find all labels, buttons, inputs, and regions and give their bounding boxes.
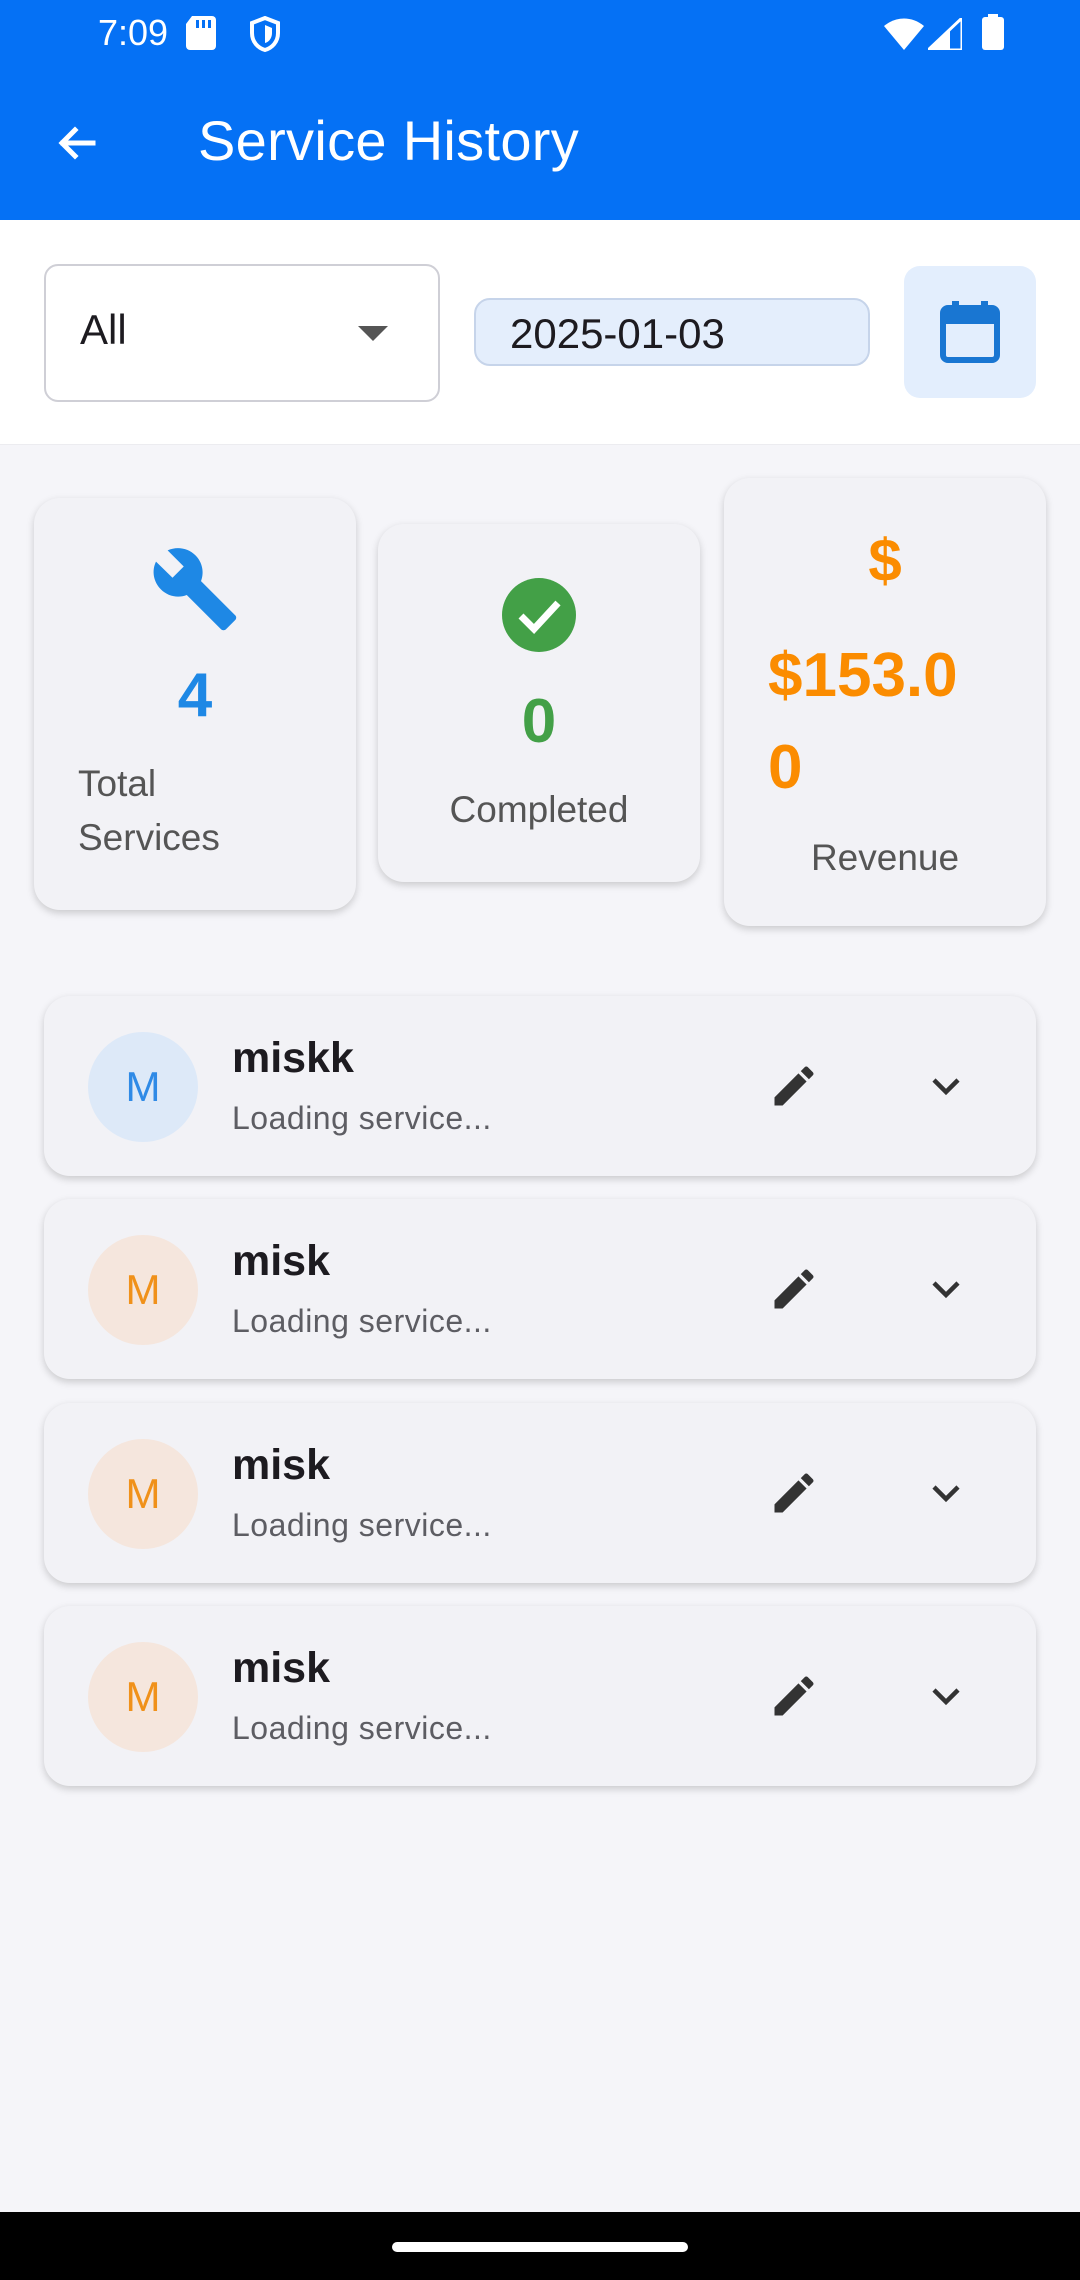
- revenue-value-line2: 0: [768, 733, 803, 802]
- calendar-icon: [940, 301, 1000, 363]
- revenue-label: Revenue: [810, 837, 960, 878]
- avatar: M: [88, 1439, 198, 1549]
- service-status-text: Loading service...: [232, 1710, 492, 1746]
- check-circle-icon: [502, 578, 576, 652]
- expand-button[interactable]: [906, 1453, 986, 1533]
- service-list-item[interactable]: M misk Loading service...: [44, 1199, 1036, 1379]
- wrench-icon: [153, 548, 237, 631]
- revenue-value-line1: $153.0: [768, 641, 958, 710]
- total-services-value: 4: [177, 661, 213, 730]
- system-navigation-bar: [0, 2212, 1080, 2280]
- chevron-down-icon: [932, 1078, 960, 1096]
- battery-icon: [982, 14, 1004, 55]
- pencil-icon: [774, 1676, 814, 1716]
- total-services-label-line1: Total: [78, 763, 157, 804]
- total-services-label-line2: Services: [78, 817, 220, 858]
- customer-name: misk: [232, 1441, 331, 1489]
- edit-button[interactable]: [754, 1046, 834, 1126]
- avatar: M: [88, 1032, 198, 1142]
- date-value: 2025-01-03: [510, 310, 725, 357]
- completed-card: 0 Completed: [378, 524, 700, 882]
- service-status-text: Loading service...: [232, 1303, 492, 1339]
- avatar: M: [88, 1235, 198, 1345]
- pencil-icon: [774, 1269, 814, 1309]
- status-filter-dropdown[interactable]: All: [44, 264, 440, 402]
- chevron-down-icon: [932, 1485, 960, 1503]
- signal-icon: [924, 14, 964, 55]
- calendar-button[interactable]: [904, 266, 1036, 398]
- status-time: 7:09: [98, 12, 169, 53]
- service-status-text: Loading service...: [232, 1100, 492, 1136]
- chevron-down-icon: [932, 1281, 960, 1299]
- chevron-down-icon: [932, 1688, 960, 1706]
- date-chip[interactable]: 2025-01-03: [474, 298, 870, 366]
- dollar-icon: $: [868, 527, 902, 594]
- back-button[interactable]: [40, 106, 114, 180]
- pencil-icon: [774, 1066, 814, 1106]
- completed-value: 0: [521, 687, 557, 756]
- service-list-item[interactable]: M misk Loading service...: [44, 1403, 1036, 1583]
- home-gesture-handle[interactable]: [392, 2242, 688, 2252]
- status-bar: 7:09: [0, 0, 1080, 66]
- service-list-item[interactable]: M misk Loading service...: [44, 1606, 1036, 1786]
- customer-name: misk: [232, 1644, 331, 1692]
- service-list-item[interactable]: M miskk Loading service...: [44, 996, 1036, 1176]
- expand-button[interactable]: [906, 1656, 986, 1736]
- expand-button[interactable]: [906, 1046, 986, 1126]
- status-filter-value: All: [80, 306, 127, 353]
- shield-icon: [250, 15, 280, 57]
- arrow-left-icon: [58, 126, 96, 160]
- completed-label: Completed: [449, 789, 629, 830]
- customer-name: miskk: [232, 1034, 354, 1082]
- dropdown-arrow-icon: [358, 326, 388, 341]
- edit-button[interactable]: [754, 1453, 834, 1533]
- filter-bar: All 2025-01-03: [0, 220, 1080, 445]
- app-bar: 7:09 Service History: [0, 0, 1080, 220]
- total-services-card: 4 Total Services: [34, 498, 356, 910]
- edit-button[interactable]: [754, 1656, 834, 1736]
- page-title: Service History: [198, 109, 580, 172]
- wifi-icon: [884, 18, 924, 55]
- customer-name: misk: [232, 1237, 331, 1285]
- sd-card-icon: [186, 16, 216, 55]
- expand-button[interactable]: [906, 1249, 986, 1329]
- edit-button[interactable]: [754, 1249, 834, 1329]
- revenue-card: $ $153.0 0 Revenue: [724, 478, 1046, 926]
- avatar: M: [88, 1642, 198, 1752]
- pencil-icon: [774, 1473, 814, 1513]
- service-status-text: Loading service...: [232, 1507, 492, 1543]
